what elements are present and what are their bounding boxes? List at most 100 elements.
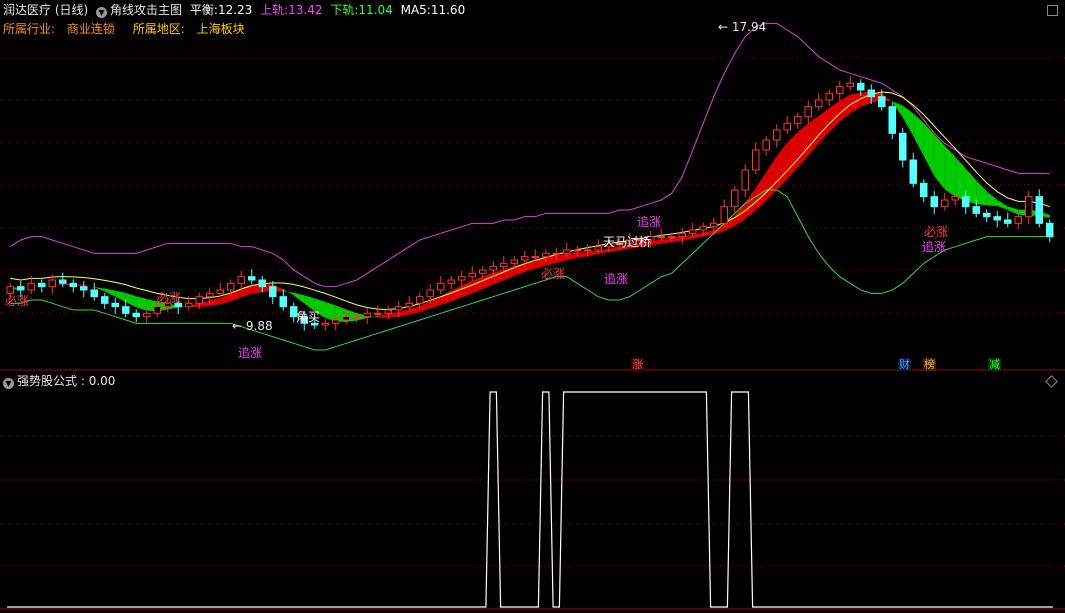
candle-up — [394, 306, 403, 311]
candle-up — [835, 86, 844, 94]
bull-band-segment — [556, 254, 567, 263]
candle-up — [730, 189, 739, 208]
candle-down — [111, 302, 120, 308]
candle-up — [1014, 216, 1023, 224]
candle-down — [1035, 196, 1044, 224]
bull-band-segment — [766, 156, 777, 201]
candle-up — [751, 149, 760, 171]
candle-down — [268, 286, 277, 298]
signal-label: 追涨 — [637, 215, 662, 229]
formula-name[interactable]: 强势股公式 — [17, 374, 77, 388]
event-badge[interactable]: 榜 — [923, 358, 936, 371]
candle-up — [384, 309, 393, 314]
bear-band-segment — [136, 296, 147, 311]
indicator-name[interactable]: 角线攻击主图 — [110, 3, 182, 17]
bear-band-segment — [902, 105, 914, 136]
candle-down — [877, 96, 886, 108]
bull-band-segment — [839, 94, 851, 122]
candle-down — [69, 282, 78, 288]
candle-up — [478, 269, 487, 274]
signal-label: 必涨 — [541, 267, 566, 281]
candle-down — [961, 196, 970, 208]
signal-step-line — [7, 391, 1053, 608]
candle-up — [499, 262, 508, 268]
bull-band-segment — [776, 142, 788, 190]
candle-up — [940, 199, 949, 208]
candle-down — [247, 276, 256, 281]
candle-down — [79, 286, 88, 291]
collapse-checkbox[interactable] — [1047, 5, 1058, 16]
candle-down — [90, 289, 99, 298]
event-badge[interactable]: 减 — [988, 358, 1001, 371]
candle-up — [510, 259, 519, 264]
candle-up — [436, 282, 445, 291]
event-badge[interactable]: 财 — [898, 358, 911, 371]
candle-up — [216, 289, 225, 294]
candle-up — [457, 276, 466, 281]
candle-up — [846, 82, 855, 88]
event-badge[interactable]: 涨 — [631, 358, 644, 371]
candle-up — [195, 296, 204, 304]
chevron-down-icon[interactable]: ▼ — [96, 7, 108, 18]
balance-label: 平衡: — [189, 3, 218, 17]
bull-band-segment — [409, 306, 420, 315]
upper-value: 13.42 — [288, 3, 323, 17]
signal-label: 追涨 — [604, 272, 629, 286]
bear-band-segment — [955, 157, 966, 202]
bull-band-segment — [440, 290, 452, 305]
candle-up — [699, 226, 708, 231]
candle-up — [426, 289, 435, 298]
candle-down — [888, 106, 897, 134]
candle-up — [342, 316, 351, 321]
candle-up — [741, 169, 750, 191]
candle-up — [667, 236, 676, 239]
signal-label: 必涨 — [924, 225, 949, 239]
candle-up — [205, 292, 214, 298]
bear-band-segment — [283, 289, 294, 296]
candle-up — [27, 282, 36, 291]
upper-label: 上轨: — [260, 3, 289, 17]
info-bar: 所属行业: 商业连锁 所属地区: 上海板块 — [3, 22, 245, 36]
candle-up — [783, 122, 792, 131]
candle-up — [405, 302, 414, 308]
candle-up — [237, 276, 246, 284]
candle-up — [793, 116, 802, 124]
candle-up — [541, 252, 550, 258]
signal-label: 天马过桥 — [603, 235, 652, 249]
bear-band-segment — [986, 191, 998, 206]
bear-band-segment — [304, 295, 315, 312]
industry-value: 商业连锁 — [66, 22, 115, 36]
candle-up — [678, 232, 687, 238]
ma5-label: MA5: — [400, 3, 431, 17]
candle-up — [489, 266, 498, 271]
bull-band-segment — [787, 132, 798, 179]
signal-label: 追涨 — [922, 240, 947, 254]
candle-down — [58, 279, 67, 284]
candle-up — [415, 296, 424, 304]
candle-up — [363, 312, 372, 318]
candle-up — [153, 306, 162, 314]
candle-down — [909, 159, 918, 184]
candle-down — [856, 82, 865, 91]
bear-band-segment — [976, 180, 987, 206]
region-label: 所属地区: — [132, 22, 185, 36]
bear-band-segment — [913, 113, 924, 156]
ma5-value: 11.60 — [430, 3, 466, 17]
bull-band-segment — [430, 296, 441, 309]
candle-down — [930, 196, 939, 208]
chevron-down-icon[interactable]: ▼ — [3, 378, 14, 389]
candle-down — [867, 89, 876, 98]
strong-stock-formula-line — [7, 391, 1053, 608]
bull-band-segment — [472, 276, 483, 294]
bull-band-segment — [850, 92, 861, 113]
candle-down — [132, 312, 141, 318]
candle-up — [772, 129, 781, 141]
bull-band-segment — [797, 123, 809, 168]
formula-value: : 0.00 — [80, 374, 116, 388]
low-price-label: ← 9.88 — [232, 319, 273, 333]
candle-down — [1003, 219, 1012, 224]
signal-label: 追涨 — [238, 346, 263, 360]
lower-label: 下轨: — [330, 3, 359, 17]
signal-label: 必涨 — [5, 294, 30, 308]
candle-up — [520, 256, 529, 261]
